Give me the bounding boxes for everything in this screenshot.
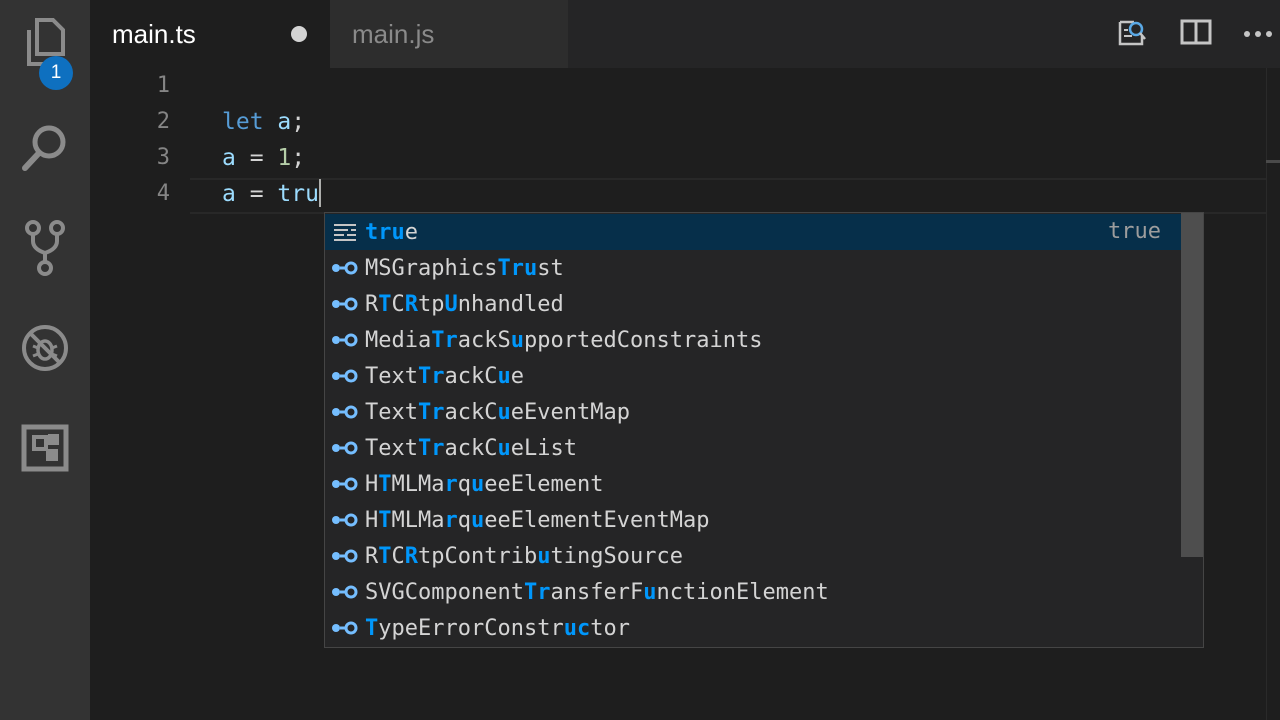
suggestion-label: true xyxy=(365,219,418,245)
code-token: = xyxy=(235,181,278,207)
line-number: 3 xyxy=(156,145,170,170)
suggestion-label: TypeErrorConstructor xyxy=(365,615,630,641)
suggestion-item[interactable]: TypeErrorConstructor xyxy=(325,610,1181,646)
suggestion-label: RTCRtpContributingSource xyxy=(365,543,683,569)
suggestion-item[interactable]: TextTrackCue xyxy=(325,358,1181,394)
code-token: tru xyxy=(277,181,319,207)
interface-icon xyxy=(325,322,365,358)
code-token: a xyxy=(222,181,236,207)
code-token: = xyxy=(235,145,278,171)
interface-icon xyxy=(325,610,365,646)
line-number: 2 xyxy=(156,109,170,134)
search-button[interactable] xyxy=(0,112,90,184)
interface-icon xyxy=(325,250,365,286)
suggestion-label: HTMLMarqueeElement xyxy=(365,471,604,497)
code-token: a xyxy=(222,145,236,171)
code-line[interactable]: a = 1; xyxy=(222,140,305,176)
activity-bar: 1 xyxy=(0,0,90,720)
debug-icon xyxy=(19,322,71,374)
suggestion-label: MediaTrackSupportedConstraints xyxy=(365,327,763,353)
suggestion-item[interactable]: TextTrackCueEventMap xyxy=(325,394,1181,430)
text-cursor xyxy=(318,178,321,207)
suggestion-label: SVGComponentTransferFunctionElement xyxy=(365,579,829,605)
search-icon xyxy=(19,122,71,174)
keyword-icon xyxy=(325,214,365,250)
more-actions-icon xyxy=(1243,25,1273,43)
split-editor-icon xyxy=(1180,18,1212,51)
split-editor-button[interactable] xyxy=(1178,16,1214,52)
more-actions-button[interactable] xyxy=(1240,16,1276,52)
suggestion-label: HTMLMarqueeElementEventMap xyxy=(365,507,710,533)
explorer-badge: 1 xyxy=(39,56,73,90)
unsaved-dot-icon[interactable] xyxy=(291,26,307,42)
source-control-button[interactable] xyxy=(0,212,90,284)
tab-label: main.ts xyxy=(112,18,196,49)
suggestion-label: TextTrackCue xyxy=(365,363,524,389)
code-token: 1 xyxy=(277,145,292,171)
suggestion-item[interactable]: TextTrackCueList xyxy=(325,430,1181,466)
tab-main-js[interactable]: main.js xyxy=(330,0,568,68)
code-token: ; xyxy=(291,109,306,135)
line-number: 1 xyxy=(156,73,170,98)
suggestion-label: TextTrackCueEventMap xyxy=(365,399,630,425)
suggestion-label: RTCRtpUnhandled xyxy=(365,291,564,317)
suggest-widget: true true MSGraphicsTrust RTCRtpUnhandled Me… xyxy=(324,212,1204,648)
code-line[interactable]: a = tru xyxy=(222,176,321,212)
open-preview-button[interactable] xyxy=(1114,16,1150,52)
suggest-scrollbar[interactable] xyxy=(1181,213,1203,557)
code-token: let xyxy=(222,109,264,135)
interface-icon xyxy=(325,538,365,574)
code-token: ; xyxy=(291,145,306,171)
suggestion-item[interactable]: MSGraphicsTrust xyxy=(325,250,1181,286)
interface-icon xyxy=(325,394,365,430)
editor-scrollbar[interactable] xyxy=(1266,68,1280,720)
interface-icon xyxy=(325,466,365,502)
tab-main-ts[interactable]: main.ts xyxy=(90,0,330,68)
explorer-button[interactable]: 1 xyxy=(0,6,90,90)
extensions-button[interactable] xyxy=(0,412,90,484)
code-line[interactable]: let a; xyxy=(222,104,305,140)
editor-actions xyxy=(1090,0,1280,68)
interface-icon xyxy=(325,358,365,394)
tab-strip: main.ts main.js xyxy=(90,0,1280,68)
suggestion-item[interactable]: true true xyxy=(325,214,1181,250)
source-control-icon xyxy=(23,219,67,277)
interface-icon xyxy=(325,574,365,610)
suggestion-item[interactable]: HTMLMarqueeElement xyxy=(325,466,1181,502)
current-line-highlight xyxy=(190,178,1280,214)
suggestion-label: TextTrackCueList xyxy=(365,435,577,461)
code-token: a xyxy=(277,109,292,135)
line-number: 4 xyxy=(156,181,170,206)
overview-ruler-mark xyxy=(1266,160,1280,163)
suggestion-item[interactable]: HTMLMarqueeElementEventMap xyxy=(325,502,1181,538)
interface-icon xyxy=(325,286,365,322)
suggestion-item[interactable]: SVGComponentTransferFunctionElement xyxy=(325,574,1181,610)
open-preview-icon xyxy=(1116,16,1148,53)
suggestion-detail: true xyxy=(1108,219,1161,244)
tab-label: main.js xyxy=(352,18,435,49)
suggestion-label: MSGraphicsTrust xyxy=(365,255,564,281)
suggestion-item[interactable]: MediaTrackSupportedConstraints xyxy=(325,322,1181,358)
interface-icon xyxy=(325,430,365,466)
suggestion-item[interactable]: RTCRtpContributingSource xyxy=(325,538,1181,574)
suggestion-item[interactable]: RTCRtpUnhandled xyxy=(325,286,1181,322)
interface-icon xyxy=(325,502,365,538)
debug-button[interactable] xyxy=(0,312,90,384)
extensions-icon xyxy=(21,424,69,472)
